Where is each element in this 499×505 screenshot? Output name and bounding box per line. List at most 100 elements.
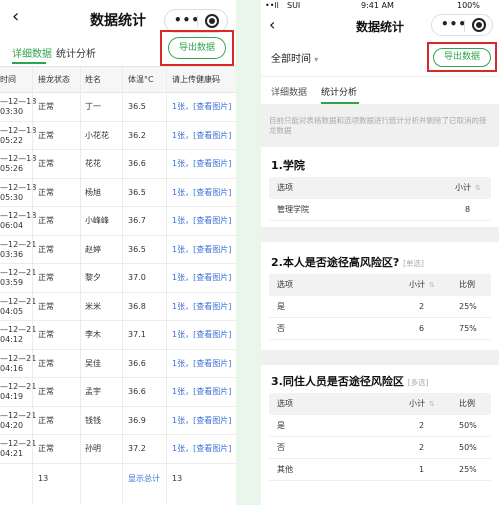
- period-select[interactable]: 全部时间 ▾: [271, 50, 318, 65]
- view-image-link[interactable]: 1张，[查看图片]: [172, 302, 231, 312]
- option-label: 管理学院: [277, 205, 309, 214]
- option-count: 6: [419, 324, 425, 333]
- col-ratio: 比例: [459, 399, 475, 408]
- table-row: —12—18 06:04 正常 小峰峰 36.7 1张，[查看图片]: [0, 207, 236, 236]
- question-title: 3.同住人员是否途径风险区 [多选]: [271, 375, 429, 388]
- tab-statistics[interactable]: 统计分析: [56, 45, 96, 60]
- table-row: —12—21 03:36 正常 赵婷 36.5 1张，[查看图片]: [0, 236, 236, 264]
- status-bar: ••ll SUI 9:41 AM 100%: [261, 0, 499, 12]
- table-row: —12—18 05:22 正常 小花花 36.2 1张，[查看图片]: [0, 122, 236, 150]
- col-count: 小计: [409, 399, 425, 408]
- option-count: 1: [419, 465, 425, 474]
- sort-icon[interactable]: ⇅: [429, 399, 435, 409]
- mini-program-capsule[interactable]: •••: [431, 14, 493, 36]
- view-image-link[interactable]: 1张，[查看图片]: [172, 444, 231, 454]
- chevron-down-icon: ▾: [314, 55, 319, 64]
- table-row: —12—21 04:20 正常 钱钱 36.9 1张，[查看图片]: [0, 407, 236, 435]
- row-time: —12—18 06:04: [0, 211, 37, 230]
- view-image-link[interactable]: 1张，[查看图片]: [172, 216, 231, 226]
- row-time: —12—21 03:36: [0, 239, 37, 259]
- table-row: —12—18 03:30 正常 丁一 36.5 1张，[查看图片]: [0, 93, 236, 122]
- row-temp: 36.7: [128, 216, 146, 225]
- view-image-link[interactable]: 1张，[查看图片]: [172, 188, 231, 198]
- row-temp: 37.1: [128, 330, 146, 339]
- question-card: 1.学院 选项 小计 ⇅ 管理学院 8: [261, 147, 499, 227]
- option-ratio: 50%: [459, 443, 477, 452]
- question-row: 其他 1 25%: [269, 459, 491, 481]
- footer-count: 13: [38, 474, 49, 483]
- row-time: —12—21 04:20: [0, 410, 37, 430]
- clock: 9:41 AM: [361, 1, 394, 10]
- export-data-button[interactable]: 导出数据: [168, 37, 226, 59]
- show-total-link[interactable]: 显示总计: [128, 474, 160, 484]
- question-row: 管理学院 8: [269, 199, 491, 221]
- option-label: 否: [277, 443, 285, 452]
- close-target-icon[interactable]: [205, 14, 219, 28]
- view-image-link[interactable]: 1张，[查看图片]: [172, 131, 231, 141]
- table-row: —12—21 04:12 正常 李木 37.1 1张，[查看图片]: [0, 321, 236, 350]
- view-image-link[interactable]: 1张，[查看图片]: [172, 387, 231, 397]
- left-phone-screen: ‹ 数据统计 ••• 详细数据 统计分析 导出数据 时间 接龙状态 姓名 体温°…: [0, 0, 236, 505]
- row-time: —12—18 03:30: [0, 97, 37, 116]
- row-status: 正常: [38, 130, 54, 140]
- signal-icon: ••ll: [265, 1, 279, 10]
- row-time: —12—18 05:26: [0, 154, 37, 173]
- row-name: 杨旭: [85, 187, 101, 197]
- period-label: 全部时间: [271, 54, 311, 65]
- col-name: 姓名: [85, 75, 101, 84]
- view-image-link[interactable]: 1张，[查看图片]: [172, 159, 231, 169]
- table-header: 时间 接龙状态 姓名 体温°C 请上传健康码: [0, 67, 236, 93]
- row-status: 正常: [38, 444, 54, 453]
- row-temp: 36.6: [128, 387, 146, 396]
- row-time: —12—18 05:22: [0, 125, 37, 145]
- option-count: 2: [419, 443, 425, 452]
- row-status: 正常: [38, 387, 54, 396]
- sort-icon[interactable]: ⇅: [475, 183, 481, 193]
- tab-statistics[interactable]: 统计分析: [321, 85, 357, 98]
- question-table-header: 选项 小计 ⇅ 比例: [269, 274, 491, 296]
- view-image-link[interactable]: 1张，[查看图片]: [172, 330, 231, 340]
- row-status: 正常: [38, 159, 54, 168]
- question-title: 1.学院: [271, 159, 305, 172]
- row-name: 吴佳: [85, 358, 101, 368]
- row-name: 赵婷: [85, 244, 101, 254]
- view-image-link[interactable]: 1张，[查看图片]: [172, 245, 231, 255]
- view-image-link[interactable]: 1张，[查看图片]: [172, 102, 231, 112]
- row-temp: 37.0: [128, 273, 146, 282]
- col-status: 接龙状态: [38, 75, 70, 84]
- question-table-header: 选项 小计 ⇅: [269, 177, 491, 199]
- row-temp: 36.5: [128, 187, 146, 197]
- export-data-button[interactable]: 导出数据: [433, 48, 491, 67]
- question-table-header: 选项 小计 ⇅ 比例: [269, 393, 491, 415]
- row-name: 孙明: [85, 444, 101, 453]
- row-status: 正常: [38, 273, 54, 282]
- question-row: 否 2 50%: [269, 437, 491, 459]
- close-target-icon[interactable]: [472, 18, 486, 32]
- tab-detail-data[interactable]: 详细数据: [271, 85, 307, 98]
- sort-icon[interactable]: ⇅: [429, 280, 435, 290]
- col-divider: [166, 67, 167, 505]
- row-temp: 36.6: [128, 358, 146, 368]
- footer-total: 13: [172, 474, 183, 483]
- view-image-link[interactable]: 1张，[查看图片]: [172, 416, 231, 426]
- col-option: 选项: [277, 183, 293, 192]
- col-option: 选项: [277, 399, 293, 408]
- col-ratio: 比例: [459, 280, 475, 289]
- option-count: 2: [419, 302, 425, 311]
- col-option: 选项: [277, 280, 293, 289]
- col-divider: [122, 67, 123, 505]
- row-temp: 36.6: [128, 159, 146, 168]
- row-name: 钱钱: [85, 415, 101, 425]
- tab-detail-data[interactable]: 详细数据: [12, 45, 52, 60]
- row-time: —12—21 04:12: [0, 325, 37, 344]
- capsule-divider: [464, 20, 465, 32]
- col-divider: [80, 67, 81, 505]
- option-count: 2: [419, 421, 425, 430]
- row-name: 黎夕: [85, 273, 101, 282]
- view-image-link[interactable]: 1张，[查看图片]: [172, 359, 231, 369]
- row-name: 丁一: [85, 102, 101, 111]
- row-time: —12—21 03:59: [0, 268, 37, 287]
- view-image-link[interactable]: 1张，[查看图片]: [172, 273, 231, 283]
- row-time: —12—21 04:21: [0, 439, 37, 458]
- row-temp: 36.8: [128, 301, 146, 311]
